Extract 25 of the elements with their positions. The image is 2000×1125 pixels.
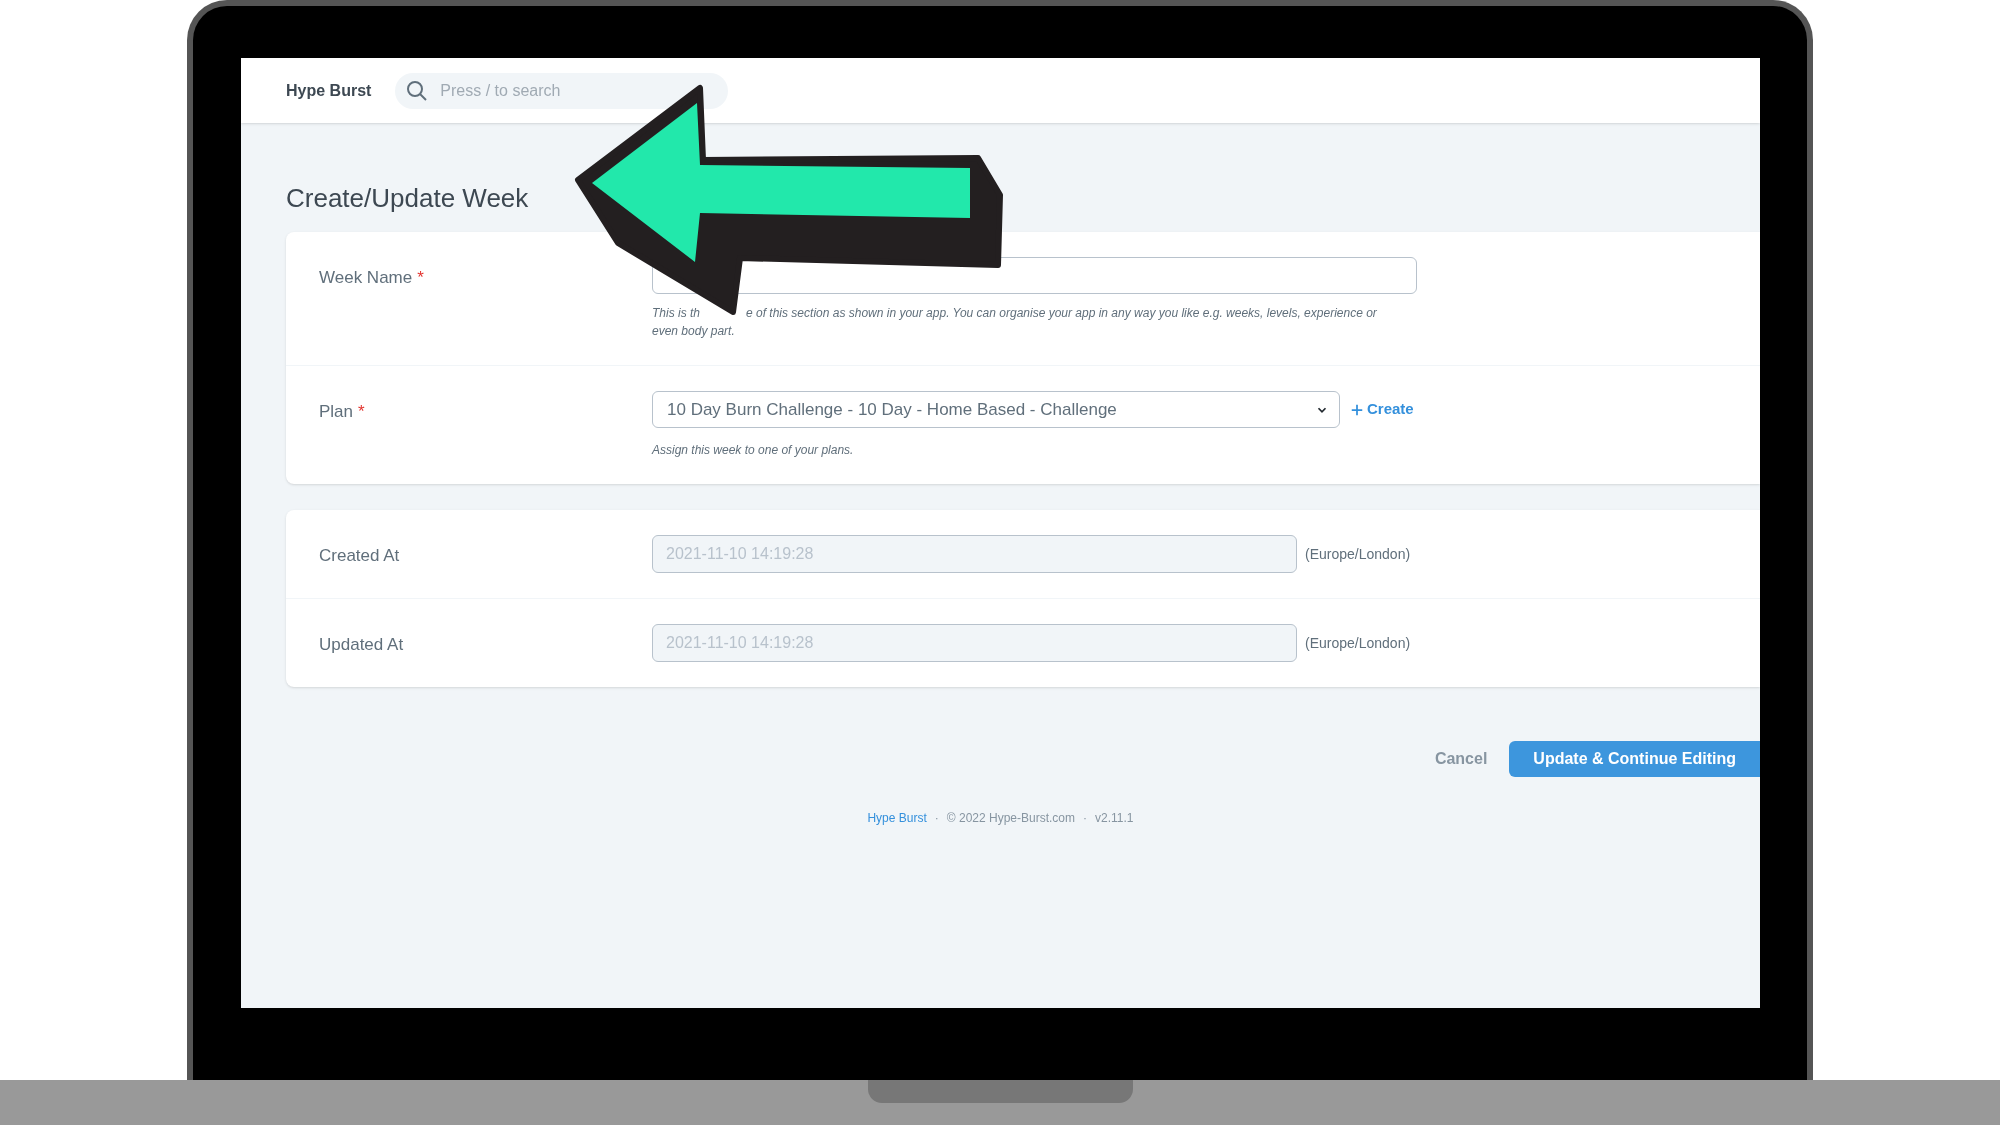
brand-name: Hype Burst	[286, 80, 372, 101]
search-field[interactable]: Press / to search	[395, 72, 729, 109]
help-text: e of this section as shown in your app. You can organise your app in any way you like e.g. weeks, levels, experience or	[746, 305, 1377, 322]
field-label: Week Name	[319, 268, 413, 287]
help-text: This is th	[652, 305, 700, 322]
required-mark: *	[358, 402, 365, 421]
update-continue-button[interactable]: Update & Continue Editing	[1509, 741, 1760, 777]
timezone-label: (Europe/London)	[1305, 633, 1411, 653]
timezone-label: (Europe/London)	[1305, 544, 1411, 564]
separator-dot: ·	[934, 810, 939, 827]
field-label: Plan	[319, 402, 354, 421]
footer-link[interactable]: Hype Burst	[867, 809, 927, 827]
separator-dot: ·	[1083, 810, 1088, 827]
create-link[interactable]: Create	[1350, 398, 1414, 421]
cancel-button[interactable]: Cancel	[1434, 747, 1488, 771]
footer-text: v2.11.1	[1095, 810, 1134, 827]
page-title: Create/Update Week	[286, 182, 530, 215]
footer-text: © 2022 Hype-Burst.com	[946, 810, 1076, 827]
help-text: Assign this week to one of your plans.	[652, 443, 854, 457]
field-label: Updated At	[319, 635, 404, 654]
help-text: even body part.	[652, 323, 735, 340]
plus-icon	[1350, 402, 1364, 417]
required-mark: *	[417, 268, 424, 287]
field-label: Created At	[319, 546, 400, 565]
plan-select[interactable]: 10 Day Burn Challenge - 10 Day - Home Based - Challenge	[652, 391, 1340, 428]
